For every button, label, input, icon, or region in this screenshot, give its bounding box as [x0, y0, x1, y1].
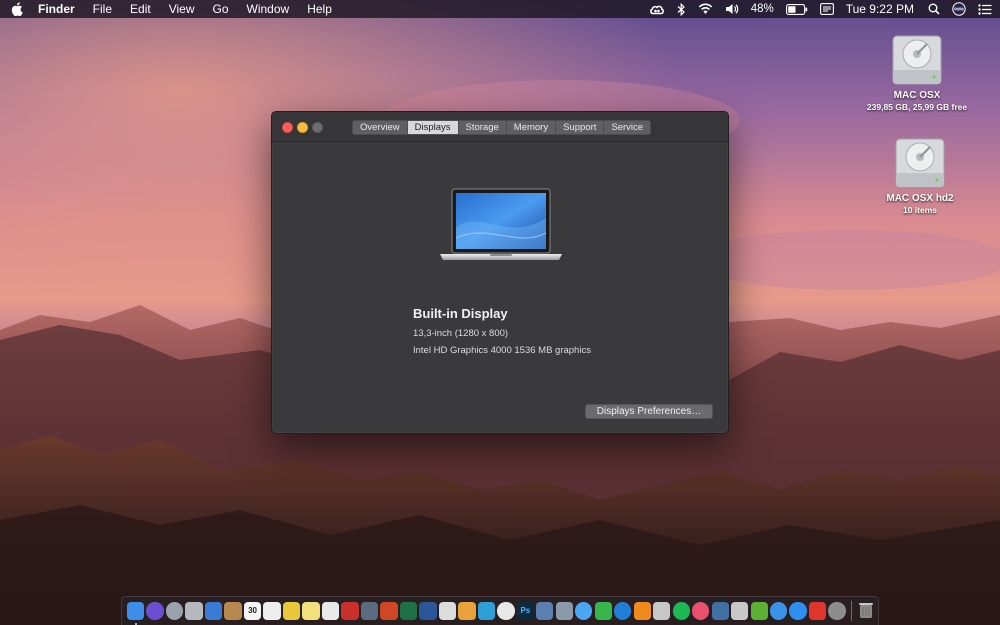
display-size-text: 13,3-inch (1280 x 800) [413, 328, 509, 339]
dock-list-icon[interactable] [321, 602, 340, 620]
close-window-button[interactable] [282, 122, 293, 133]
dock-xcode-tools-icon[interactable] [536, 602, 554, 620]
dock-stickies-icon[interactable] [282, 602, 301, 620]
tab-service[interactable]: Service [604, 121, 650, 134]
dock-powerpoint-icon[interactable] [380, 602, 398, 620]
battery-icon[interactable] [785, 3, 808, 15]
volume-icon[interactable] [725, 3, 739, 15]
dock-icon-label: Ps [520, 606, 531, 616]
tab-displays[interactable]: Displays [407, 121, 459, 134]
notification-center-icon[interactable] [978, 3, 992, 15]
dock-textedit-icon[interactable] [263, 602, 281, 620]
minimize-window-button[interactable] [297, 122, 308, 133]
dock-app-store-icon[interactable] [789, 602, 807, 620]
dock-finder-icon[interactable] [127, 602, 145, 625]
spotlight-search-icon[interactable] [928, 3, 940, 15]
dock-trash-icon[interactable] [857, 602, 874, 619]
running-indicator [134, 622, 137, 625]
drive-name: MAC OSX hd2 [886, 193, 954, 204]
dock-evernote-icon[interactable] [750, 602, 768, 620]
drive-info: 10 items [902, 205, 938, 215]
dock-edge-icon[interactable] [614, 602, 632, 620]
displays-preferences-button[interactable]: Displays Preferences… [585, 404, 713, 419]
display-title: Built-in Display [413, 306, 508, 321]
menu-help[interactable]: Help [298, 0, 341, 18]
dock-mission-control-icon[interactable] [185, 602, 203, 620]
dock-disk-utility-icon[interactable] [653, 602, 671, 620]
dock-siri-icon[interactable] [146, 602, 164, 620]
dock-notebook-icon[interactable] [224, 602, 242, 620]
dock-keynote-app-icon[interactable] [360, 602, 379, 620]
desktop-drive-mac-osx-hd2[interactable]: MAC OSX hd2 10 items [860, 133, 980, 215]
dock-doc-viewer-icon[interactable] [438, 602, 457, 620]
dock-chrome-icon[interactable] [497, 602, 515, 620]
dock-system-info-icon[interactable] [731, 602, 749, 620]
dock-separator [850, 601, 852, 621]
dock: 30 Ps [121, 596, 879, 625]
dock-excel-icon[interactable] [399, 602, 418, 620]
input-menu-icon[interactable] [819, 3, 834, 15]
dock-migration-icon[interactable] [555, 602, 573, 620]
window-titlebar[interactable]: Overview Displays Storage Memory Support… [272, 112, 728, 142]
dock-itunes-icon[interactable] [692, 602, 710, 620]
macbook-display-image [440, 188, 562, 260]
hard-drive-icon [895, 138, 945, 188]
menu-window[interactable]: Window [238, 0, 299, 18]
dock-launchpad-icon[interactable] [165, 602, 184, 620]
drive-info: 239,85 GB, 25,99 GB free [866, 102, 968, 112]
menu-edit[interactable]: Edit [121, 0, 160, 18]
menu-file[interactable]: File [84, 0, 121, 18]
about-this-mac-window: Overview Displays Storage Memory Support… [271, 111, 729, 434]
wifi-icon[interactable] [698, 3, 713, 15]
bluetooth-icon[interactable] [677, 2, 686, 16]
tab-support[interactable]: Support [556, 121, 605, 134]
dock-photoshop-icon[interactable]: Ps [516, 602, 534, 620]
zoom-window-button[interactable] [312, 122, 323, 133]
battery-percent: 48% [750, 3, 774, 15]
hard-drive-icon [892, 35, 942, 85]
menu-bar: Finder File Edit View Go Window Help 48%… [0, 0, 1000, 18]
tab-memory[interactable]: Memory [507, 121, 557, 134]
dock-safari-icon[interactable] [769, 602, 788, 620]
dock-pages-icon[interactable] [458, 602, 476, 620]
segmented-tabs: Overview Displays Storage Memory Support… [352, 120, 652, 135]
dock-messages-icon[interactable] [575, 602, 593, 620]
dock-system-preferences-icon[interactable] [828, 602, 846, 620]
drive-name: MAC OSX [893, 90, 941, 101]
display-graphics-text: Intel HD Graphics 4000 1536 MB graphics [413, 345, 591, 356]
dock-calendar-icon[interactable]: 30 [243, 602, 262, 620]
dock-acrobat-icon[interactable] [341, 602, 359, 620]
menu-go[interactable]: Go [204, 0, 238, 18]
dock-facetime-icon[interactable] [594, 602, 612, 620]
dock-spotify-icon[interactable] [672, 602, 690, 620]
dock-preview-icon[interactable] [204, 602, 223, 620]
menu-app-finder[interactable]: Finder [34, 0, 84, 18]
menu-view[interactable]: View [160, 0, 204, 18]
dock-vlc-icon[interactable] [633, 602, 651, 620]
siri-icon[interactable] [952, 2, 966, 16]
tab-storage[interactable]: Storage [459, 121, 507, 134]
tab-overview[interactable]: Overview [353, 121, 408, 134]
dock-network-utility-icon[interactable] [711, 602, 729, 620]
dock-word-icon[interactable] [419, 602, 437, 620]
dock-notes-icon[interactable] [302, 602, 320, 620]
menubar-clock[interactable]: Tue 9:22 PM [846, 2, 914, 16]
apple-menu-icon[interactable] [0, 2, 34, 16]
creative-cloud-icon[interactable] [649, 3, 665, 15]
desktop-drive-mac-osx[interactable]: MAC OSX 239,85 GB, 25,99 GB free [857, 30, 977, 112]
dock-os-x-app-icon[interactable] [477, 602, 496, 620]
dock-icon-label: 30 [248, 606, 257, 616]
dock-anydesk-icon[interactable] [808, 602, 827, 620]
